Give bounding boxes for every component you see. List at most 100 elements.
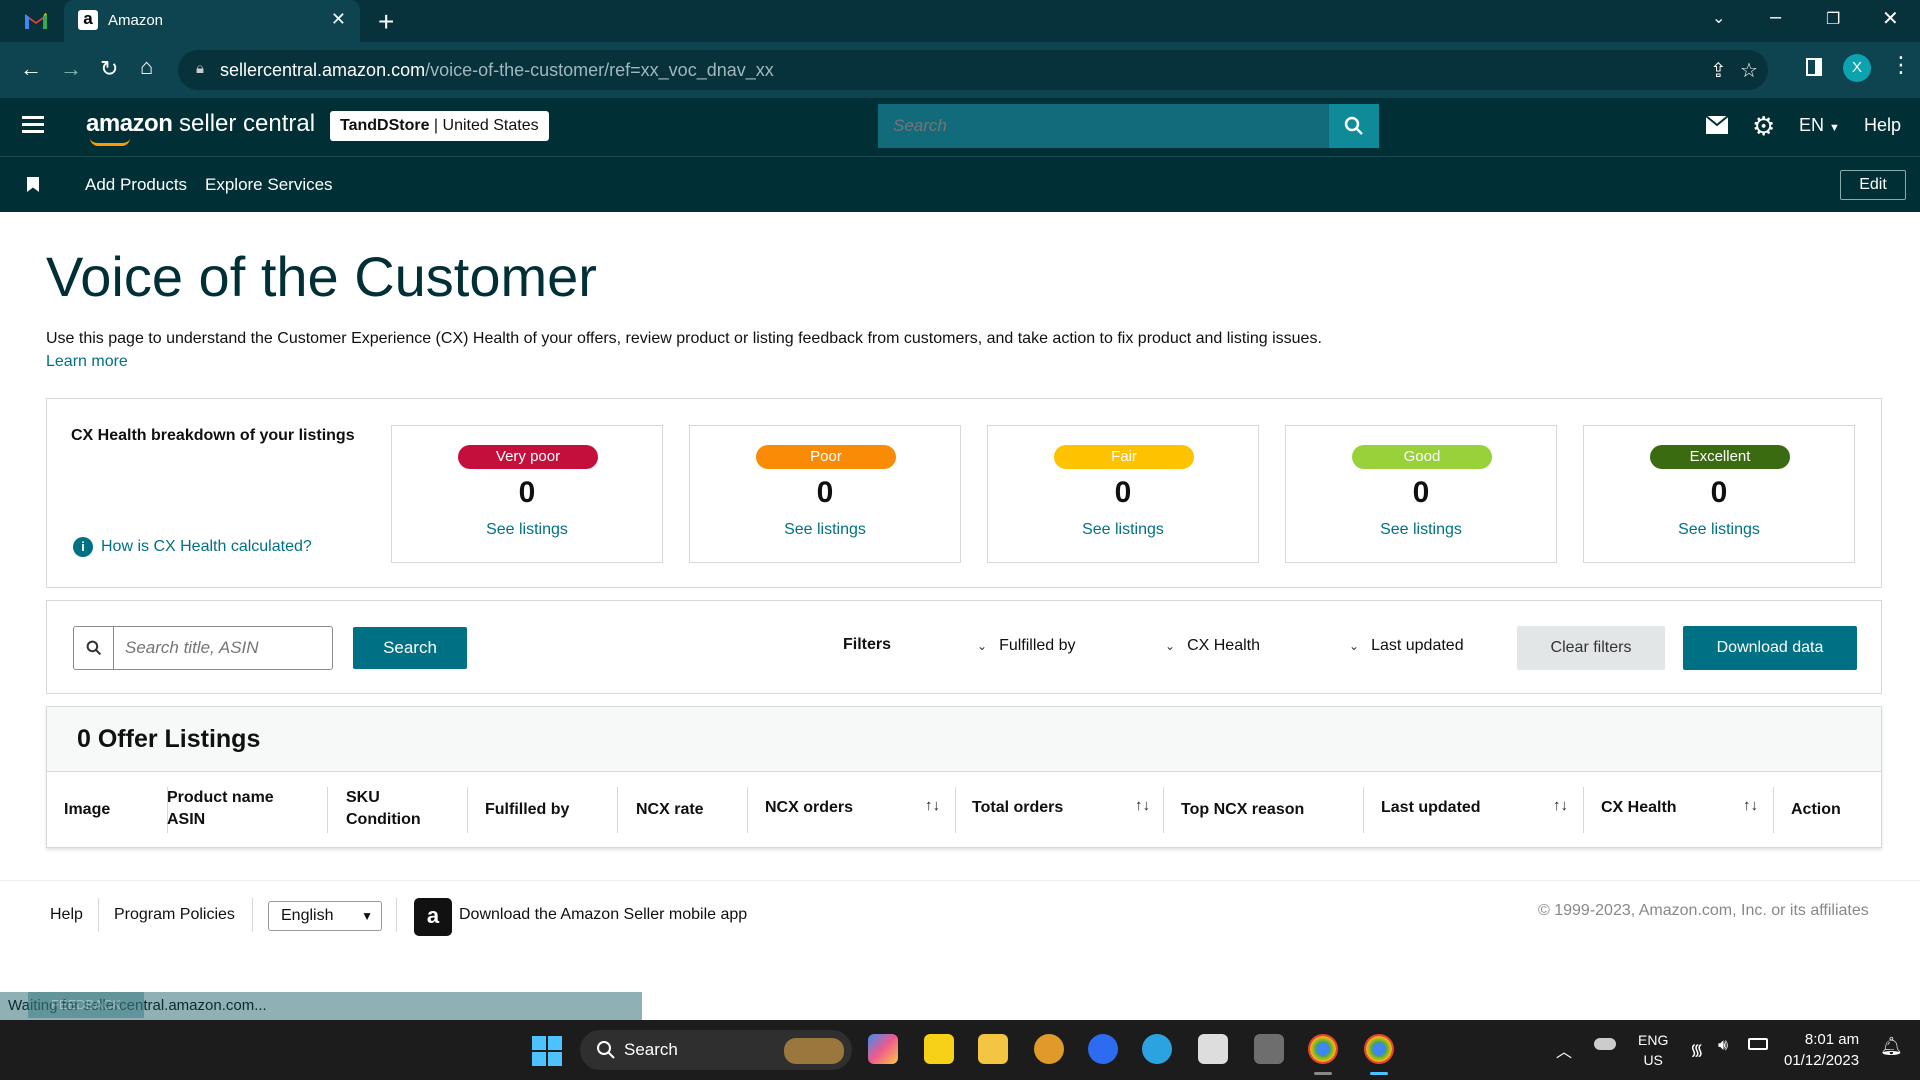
listing-search-input[interactable]	[115, 627, 331, 669]
taskbar-search[interactable]: Search	[580, 1030, 852, 1070]
cx-count: 0	[816, 476, 834, 509]
lock-icon[interactable]: 🔒︎	[196, 60, 204, 77]
side-panel-icon[interactable]	[1806, 58, 1822, 76]
download-app-link[interactable]: Download the Amazon Seller mobile app	[459, 906, 747, 924]
browser-menu-icon[interactable]: ⋮	[1890, 52, 1912, 78]
filter-bar: Search Filters ⌄Fulfilled by ⌄CX Health …	[46, 600, 1882, 694]
sort-arrows-icon[interactable]: ↑↓	[1135, 797, 1150, 814]
info-icon: i	[73, 537, 93, 557]
see-listings-link[interactable]: See listings	[1286, 521, 1556, 539]
cx-badge: Good	[1352, 445, 1492, 469]
see-listings-link[interactable]: See listings	[690, 521, 960, 539]
header-search-input[interactable]	[879, 105, 1329, 147]
cx-card-excellent: Excellent 0 See listings	[1583, 425, 1855, 563]
store-selector[interactable]: TandDStore | United States	[330, 111, 549, 141]
chrome-profile-icon[interactable]	[1364, 1034, 1394, 1064]
taskbar-clock[interactable]: 8:01 am 01/12/2023	[1784, 1029, 1859, 1071]
mail-icon[interactable]	[1706, 116, 1728, 134]
download-data-button[interactable]: Download data	[1683, 626, 1857, 670]
col-ncx-rate: NCX rate	[636, 801, 704, 818]
language-selector[interactable]: EN ▼	[1799, 115, 1840, 136]
zoom-icon[interactable]	[1088, 1034, 1118, 1064]
filter-fulfilled-by[interactable]: ⌄ Fulfilled by	[977, 637, 1076, 655]
reload-icon[interactable]: ↻	[100, 56, 118, 82]
chevron-down-icon: ⌄	[1349, 639, 1360, 653]
close-tab-icon[interactable]: ✕	[331, 9, 346, 30]
app-icon[interactable]	[1034, 1034, 1064, 1064]
see-listings-link[interactable]: See listings	[1584, 521, 1854, 539]
bookmark-icon[interactable]	[27, 177, 39, 192]
copilot-icon[interactable]	[868, 1034, 898, 1064]
profile-avatar[interactable]: X	[1843, 54, 1871, 82]
home-icon[interactable]: ⌂	[140, 54, 153, 80]
column-divider	[327, 787, 328, 833]
feedback-tab[interactable]: FEEDBACK	[28, 992, 144, 1018]
back-icon[interactable]: ←	[20, 56, 42, 82]
onedrive-icon[interactable]	[1594, 1038, 1616, 1050]
restore-icon[interactable]: ❐	[1826, 9, 1840, 29]
cx-health-info-link[interactable]: i How is CX Health calculated?	[73, 537, 312, 557]
gmail-icon[interactable]	[24, 10, 48, 32]
seller-central-logo[interactable]: amazon seller central	[86, 110, 315, 138]
tab-amazon[interactable]: a Amazon ✕	[64, 0, 360, 42]
column-divider	[955, 787, 956, 833]
column-divider	[1583, 787, 1584, 833]
amazon-favicon-icon: a	[78, 10, 98, 30]
sort-arrows-icon[interactable]: ↑↓	[1743, 797, 1758, 814]
nav-explore-services[interactable]: Explore Services	[205, 175, 333, 195]
input-language[interactable]: ENG US	[1638, 1030, 1668, 1070]
col-cx-health[interactable]: CX Health	[1601, 797, 1677, 819]
settings-gear-icon[interactable]: ⚙	[1752, 111, 1775, 142]
footer-separator	[98, 898, 99, 932]
sticky-notes-icon[interactable]	[924, 1034, 954, 1064]
chrome-icon[interactable]	[1308, 1034, 1338, 1064]
col-product-name[interactable]: Product name ASIN	[167, 787, 274, 831]
sort-arrows-icon[interactable]: ↑↓	[1553, 797, 1568, 814]
forward-icon[interactable]: →	[60, 56, 82, 82]
see-listings-link[interactable]: See listings	[392, 521, 662, 539]
seller-app-icon[interactable]: a	[414, 898, 452, 936]
col-sku[interactable]: SKU Condition	[346, 787, 421, 831]
help-link[interactable]: Help	[1864, 115, 1901, 136]
address-bar[interactable]: 🔒︎ sellercentral.amazon.com/voice-of-the…	[178, 50, 1768, 90]
offer-listings-table: 0 Offer Listings Image Product name ASIN …	[46, 706, 1882, 848]
url-text[interactable]: sellercentral.amazon.com/voice-of-the-cu…	[220, 60, 774, 81]
share-icon[interactable]: ⇪	[1710, 58, 1727, 83]
new-tab-icon[interactable]: +	[378, 6, 394, 38]
window-close-icon[interactable]: ✕	[1882, 6, 1899, 31]
col-ncx-orders[interactable]: NCX orders	[765, 797, 853, 819]
snipping-tool-icon[interactable]	[1198, 1034, 1228, 1064]
hamburger-menu-icon[interactable]	[22, 116, 44, 134]
filter-cx-health[interactable]: ⌄ CX Health	[1165, 637, 1260, 655]
windows-start-icon[interactable]	[532, 1036, 562, 1066]
see-listings-link[interactable]: See listings	[988, 521, 1258, 539]
filter-last-updated[interactable]: ⌄ Last updated	[1349, 637, 1464, 655]
battery-icon[interactable]	[1748, 1038, 1768, 1050]
listing-search-button[interactable]: Search	[353, 627, 467, 669]
telegram-icon[interactable]	[1142, 1034, 1172, 1064]
tray-chevron-up-icon[interactable]: ︿	[1556, 1038, 1572, 1062]
col-total-orders[interactable]: Total orders	[972, 797, 1063, 819]
column-divider	[617, 787, 618, 833]
calculator-icon[interactable]	[1254, 1034, 1284, 1064]
footer-program-policies-link[interactable]: Program Policies	[114, 906, 235, 924]
learn-more-link[interactable]: Learn more	[46, 353, 128, 371]
header-search-button[interactable]	[1329, 104, 1379, 148]
seller-subnav: Add Products Explore Services Edit	[0, 156, 1920, 212]
nav-add-products[interactable]: Add Products	[85, 175, 187, 195]
sort-arrows-icon[interactable]: ↑↓	[925, 797, 940, 814]
notification-bell-icon[interactable]: 🔔︎	[1880, 1036, 1903, 1057]
listings-header: 0 Offer Listings	[47, 707, 1881, 772]
col-last-updated[interactable]: Last updated	[1381, 797, 1481, 819]
minimize-icon[interactable]: –	[1770, 6, 1781, 29]
col-action: Action	[1791, 801, 1841, 818]
footer-help-link[interactable]: Help	[50, 906, 83, 924]
file-explorer-icon[interactable]	[978, 1034, 1008, 1064]
tab-search-chevron-icon[interactable]: ⌄	[1712, 8, 1725, 28]
edit-nav-button[interactable]: Edit	[1840, 170, 1906, 200]
footer-language-select[interactable]: English ▼	[268, 901, 382, 931]
clear-filters-button[interactable]: Clear filters	[1517, 626, 1665, 670]
wifi-icon[interactable]: ᯾	[1690, 1038, 1704, 1060]
bookmark-star-icon[interactable]: ☆	[1740, 58, 1758, 83]
volume-icon[interactable]: 🔊︎	[1718, 1037, 1728, 1055]
